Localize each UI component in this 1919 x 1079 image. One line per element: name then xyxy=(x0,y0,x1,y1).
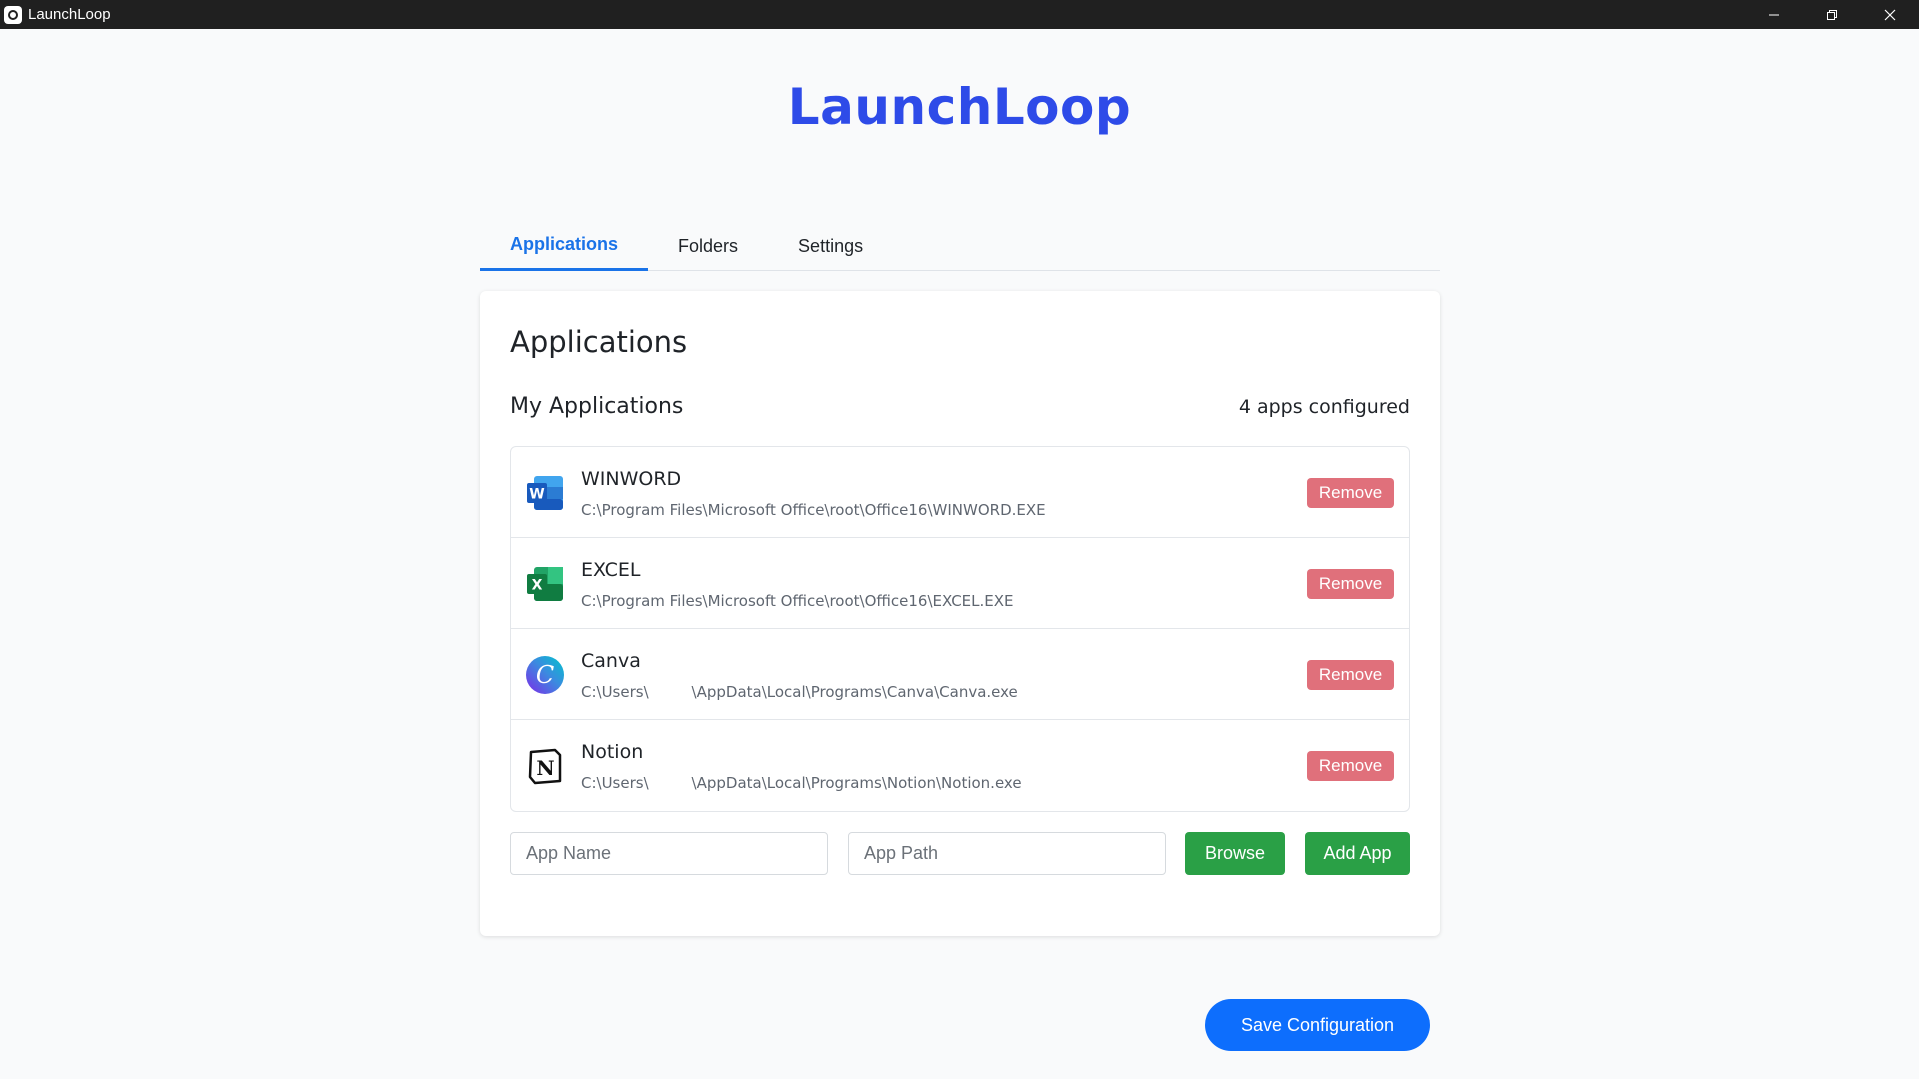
app-path: C:\Users\ \AppData\Local\Programs\Canva\… xyxy=(581,683,1018,701)
app-path: C:\Program Files\Microsoft Office\root\O… xyxy=(581,592,1014,610)
card-title: Applications xyxy=(510,325,688,359)
restore-icon xyxy=(1827,9,1837,20)
add-app-button[interactable]: Add App xyxy=(1305,832,1410,875)
app-name: Canva xyxy=(581,650,641,672)
remove-button[interactable]: Remove xyxy=(1307,660,1394,690)
app-name: EXCEL xyxy=(581,559,641,581)
word-icon: W xyxy=(527,476,563,510)
app-path: C:\Users\ \AppData\Local\Programs\Notion… xyxy=(581,774,1022,792)
tab-bar: Applications Folders Settings xyxy=(480,221,1440,271)
app-name-input[interactable] xyxy=(510,832,828,875)
save-configuration-button[interactable]: Save Configuration xyxy=(1205,999,1430,1051)
remove-button[interactable]: Remove xyxy=(1307,751,1394,781)
applications-card: Applications My Applications 4 apps conf… xyxy=(480,291,1440,936)
close-icon xyxy=(1884,9,1896,20)
notion-icon: N xyxy=(528,748,562,785)
app-name: WINWORD xyxy=(581,468,682,490)
section-title: My Applications xyxy=(510,394,684,419)
minimize-icon xyxy=(1769,14,1779,15)
remove-button[interactable]: Remove xyxy=(1307,569,1394,599)
canva-icon: C xyxy=(526,656,564,694)
apps-count: 4 apps configured xyxy=(1238,396,1410,418)
svg-text:W: W xyxy=(529,487,544,503)
svg-text:X: X xyxy=(532,578,543,594)
minimize-button[interactable] xyxy=(1745,0,1803,29)
window-titlebar: LaunchLoop xyxy=(0,0,1919,29)
window-controls xyxy=(1745,0,1919,29)
browse-button[interactable]: Browse xyxy=(1185,832,1285,875)
launchloop-app-icon xyxy=(4,5,22,24)
app-path-input[interactable] xyxy=(848,832,1166,875)
brand-title: LaunchLoop xyxy=(787,78,1132,136)
remove-button[interactable]: Remove xyxy=(1307,478,1394,508)
window-title: LaunchLoop xyxy=(28,6,111,23)
close-button[interactable] xyxy=(1861,0,1919,29)
app-name: Notion xyxy=(581,741,644,763)
tab-applications[interactable]: Applications xyxy=(480,221,649,271)
tab-settings[interactable]: Settings xyxy=(768,221,893,271)
app-row-notion: N Notion C:\Users\ \AppData\Local\Progra… xyxy=(511,720,1409,811)
restore-button[interactable] xyxy=(1803,0,1861,29)
app-list: W WINWORD C:\Program Files\Microsoft Off… xyxy=(510,446,1410,812)
app-row-winword: W WINWORD C:\Program Files\Microsoft Off… xyxy=(511,447,1409,538)
svg-text:N: N xyxy=(536,756,554,780)
app-row-excel: X EXCEL C:\Program Files\Microsoft Offic… xyxy=(511,538,1409,629)
app-row-canva: C Canva C:\Users\ \AppData\Local\Program… xyxy=(511,629,1409,720)
excel-icon: X xyxy=(527,567,563,601)
svg-text:C: C xyxy=(536,661,554,689)
app-path: C:\Program Files\Microsoft Office\root\O… xyxy=(581,501,1046,519)
tab-folders[interactable]: Folders xyxy=(648,221,768,271)
